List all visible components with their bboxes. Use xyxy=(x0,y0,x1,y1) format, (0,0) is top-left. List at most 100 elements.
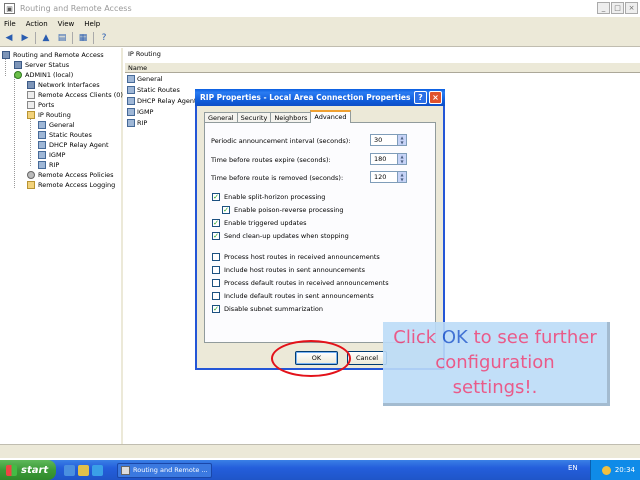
tree-item-routing-remote-access[interactable]: Routing and Remote Access xyxy=(2,50,104,60)
dialog-titlebar: RIP Properties - Local Area Connection P… xyxy=(195,89,445,106)
internet-explorer-icon[interactable] xyxy=(92,464,103,476)
tree-item-remote-access-policies[interactable]: Remote Access Policies xyxy=(27,170,114,180)
route-icon xyxy=(38,121,46,129)
checkbox-triggered-updates[interactable]: ✓ Enable triggered updates xyxy=(212,218,307,228)
server-icon xyxy=(14,61,22,69)
field-label: Time before routes expire (seconds): xyxy=(211,155,331,164)
up-folder-icon[interactable]: ▲ xyxy=(40,32,52,44)
checkbox-icon[interactable] xyxy=(212,279,220,287)
checkbox-disable-subnet-summarization[interactable]: ✓ Disable subnet summarization xyxy=(212,304,323,314)
show-hide-tree-icon[interactable]: ▤ xyxy=(56,32,68,44)
checkbox-poison-reverse[interactable]: ✓ Enable poison-reverse processing xyxy=(222,205,343,215)
show-desktop-icon[interactable] xyxy=(64,464,75,476)
announcement-interval-spinner[interactable]: 30 ▲ ▼ xyxy=(370,134,407,146)
dialog-close-button[interactable]: × xyxy=(429,91,442,104)
tree-item-ip-routing[interactable]: IP Routing xyxy=(27,110,71,120)
console-tree: Routing and Remote Access Server Status … xyxy=(0,48,123,444)
server-green-icon xyxy=(14,71,22,79)
dialog-help-button[interactable]: ? xyxy=(414,91,427,104)
tab-advanced[interactable]: Advanced xyxy=(310,110,351,123)
route-icon xyxy=(127,75,135,83)
toolbar: ◀ ▶ ▲ ▤ ▦ ? xyxy=(0,30,640,47)
spinner-arrows-icon[interactable]: ▲ ▼ xyxy=(397,154,406,164)
checkbox-icon[interactable] xyxy=(212,266,220,274)
app-icon: ▣ xyxy=(4,3,15,14)
menu-help[interactable]: Help xyxy=(84,20,100,28)
callout-ok: OK xyxy=(441,327,468,348)
help-icon[interactable]: ? xyxy=(98,32,110,44)
maximize-button[interactable]: □ xyxy=(611,2,624,14)
spinner-value: 120 xyxy=(374,173,387,181)
explorer-icon[interactable] xyxy=(78,464,89,476)
list-item[interactable]: Static Routes xyxy=(127,85,180,95)
quick-launch xyxy=(64,464,103,476)
column-header-name[interactable]: Name xyxy=(125,63,640,73)
list-item[interactable]: RIP xyxy=(127,118,147,128)
checkbox-include-default-routes[interactable]: Include default routes in sent announcem… xyxy=(212,291,374,301)
spinner-value: 30 xyxy=(374,136,383,144)
cancel-button[interactable]: Cancel xyxy=(347,351,387,365)
tree-item-rip[interactable]: RIP xyxy=(38,160,59,170)
window-title: Routing and Remote Access xyxy=(20,4,132,13)
network-icon xyxy=(27,81,35,89)
tree-item-remote-access-logging[interactable]: Remote Access Logging xyxy=(27,180,115,190)
list-item[interactable]: General xyxy=(127,74,163,84)
windows-flag-icon xyxy=(6,464,17,476)
tree-item-static-routes[interactable]: Static Routes xyxy=(38,130,92,140)
route-icon xyxy=(38,141,46,149)
tree-item-dhcp-relay-agent[interactable]: DHCP Relay Agent xyxy=(38,140,109,150)
advanced-tab-panel: Periodic announcement interval (seconds)… xyxy=(204,122,436,343)
checkbox-icon[interactable] xyxy=(212,292,220,300)
menu-view[interactable]: View xyxy=(58,20,75,28)
tree-item-admin1[interactable]: ADMIN1 (local) xyxy=(14,70,73,80)
minimize-button[interactable]: _ xyxy=(597,2,610,14)
export-list-icon[interactable]: ▦ xyxy=(77,32,89,44)
tree-item-server-status[interactable]: Server Status xyxy=(14,60,69,70)
folder-icon xyxy=(27,111,35,119)
start-button[interactable]: start xyxy=(0,460,56,480)
menu-file[interactable]: File xyxy=(4,20,16,28)
checkbox-process-default-routes[interactable]: Process default routes in received annou… xyxy=(212,278,389,288)
tree-item-general[interactable]: General xyxy=(38,120,75,130)
menu-action[interactable]: Action xyxy=(26,20,48,28)
dialog-title: RIP Properties - Local Area Connection P… xyxy=(200,93,411,102)
spinner-arrows-icon[interactable]: ▲ ▼ xyxy=(397,135,406,145)
list-item[interactable]: DHCP Relay Agent xyxy=(127,96,197,106)
list-item[interactable]: IGMP xyxy=(127,107,153,117)
toolbar-separator xyxy=(72,32,73,44)
taskbar-item-routing[interactable]: Routing and Remote ... xyxy=(117,462,212,478)
details-header: IP Routing xyxy=(128,50,161,58)
system-tray: 20:34 xyxy=(590,460,640,480)
language-indicator[interactable]: EN xyxy=(568,464,578,472)
checkbox-icon[interactable] xyxy=(212,253,220,261)
tray-icon[interactable] xyxy=(601,465,611,475)
callout-pre: Click xyxy=(393,327,437,348)
policy-icon xyxy=(27,171,35,179)
forward-icon[interactable]: ▶ xyxy=(19,32,31,44)
checkbox-clean-up-updates[interactable]: ✓ Send clean-up updates when stopping xyxy=(212,231,349,241)
folder-icon xyxy=(27,181,35,189)
routes-expire-spinner[interactable]: 180 ▲ ▼ xyxy=(370,153,407,165)
tree-item-remote-access-clients[interactable]: Remote Access Clients (0) xyxy=(27,90,123,100)
spinner-value: 180 xyxy=(374,155,387,163)
route-icon xyxy=(127,97,135,105)
taskbar: start Routing and Remote ... EN 20:34 xyxy=(0,460,640,480)
checkbox-split-horizon[interactable]: ✓ Enable split-horizon processing xyxy=(212,192,325,202)
checkbox-icon[interactable]: ✓ xyxy=(222,206,230,214)
close-window-button[interactable]: × xyxy=(625,2,638,14)
back-icon[interactable]: ◀ xyxy=(3,32,15,44)
checkbox-include-host-routes[interactable]: Include host routes in sent announcement… xyxy=(212,265,365,275)
instruction-callout: Click OK to see further configuration se… xyxy=(383,322,610,406)
checkbox-process-host-routes[interactable]: Process host routes in received announce… xyxy=(212,252,380,262)
tree-item-ports[interactable]: Ports xyxy=(27,100,54,110)
checkbox-icon[interactable]: ✓ xyxy=(212,232,220,240)
spinner-arrows-icon[interactable]: ▲ ▼ xyxy=(397,172,406,182)
tree-item-network-interfaces[interactable]: Network Interfaces xyxy=(27,80,100,90)
checkbox-icon[interactable]: ✓ xyxy=(212,305,220,313)
checkbox-icon[interactable]: ✓ xyxy=(212,219,220,227)
route-icon xyxy=(127,108,135,116)
route-removed-spinner[interactable]: 120 ▲ ▼ xyxy=(370,171,407,183)
tree-item-igmp[interactable]: IGMP xyxy=(38,150,65,160)
checkbox-icon[interactable]: ✓ xyxy=(212,193,220,201)
route-icon xyxy=(127,119,135,127)
